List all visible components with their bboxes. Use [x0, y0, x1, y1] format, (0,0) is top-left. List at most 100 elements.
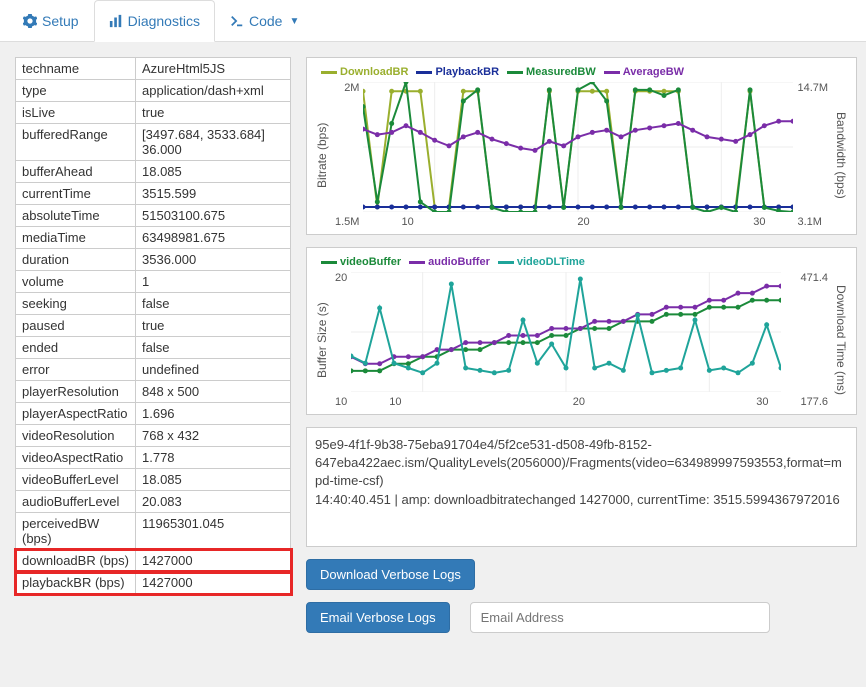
- gear-icon: [23, 14, 37, 28]
- prop-key: seeking: [16, 293, 136, 315]
- chevron-down-icon: ▼: [289, 16, 299, 27]
- diagnostics-panel: technameAzureHtml5JStypeapplication/dash…: [0, 42, 866, 687]
- legend-label: videoBuffer: [340, 256, 401, 268]
- legend-item: audioBuffer: [409, 256, 490, 268]
- chart-plot-area: [363, 82, 793, 212]
- buffer-chart: videoBuffer audioBuffer videoDLTime Buffer…: [306, 247, 857, 415]
- table-row: seekingfalse: [16, 293, 291, 315]
- legend-label: DownloadBR: [340, 66, 408, 78]
- prop-key: playerResolution: [16, 381, 136, 403]
- prop-value: 51503100.675: [136, 205, 291, 227]
- legend-item: AverageBW: [604, 66, 684, 78]
- table-row: isLivetrue: [16, 102, 291, 124]
- table-row: playbackBR (bps)1427000: [16, 572, 291, 594]
- prop-value: true: [136, 315, 291, 337]
- prop-value: 1427000: [136, 572, 291, 594]
- table-row: duration3536.000: [16, 249, 291, 271]
- legend-swatch: [321, 71, 337, 74]
- y-axis-label-left: Buffer Size (s): [313, 272, 331, 408]
- prop-value: 3536.000: [136, 249, 291, 271]
- table-row: playerResolution848 x 500: [16, 381, 291, 403]
- prop-value: undefined: [136, 359, 291, 381]
- table-row: audioBufferLevel20.083: [16, 491, 291, 513]
- legend-swatch: [321, 261, 337, 264]
- prop-key: techname: [16, 58, 136, 80]
- table-row: typeapplication/dash+xml: [16, 80, 291, 102]
- legend-label: videoDLTime: [517, 256, 585, 268]
- legend-swatch: [409, 261, 425, 264]
- prop-key: audioBufferLevel: [16, 491, 136, 513]
- table-row: pausedtrue: [16, 315, 291, 337]
- prop-key: type: [16, 80, 136, 102]
- email-field[interactable]: [470, 602, 770, 633]
- table-row: mediaTime63498981.675: [16, 227, 291, 249]
- y-axis-label-right: Download Time (ms): [832, 272, 850, 408]
- bitrate-chart: DownloadBRPlaybackBRMeasuredBWAverageBW …: [306, 57, 857, 235]
- y-ticks-right: 471.4 177.6: [797, 272, 833, 408]
- tab-label: Setup: [42, 13, 79, 29]
- charts-column: DownloadBRPlaybackBRMeasuredBWAverageBW …: [306, 57, 857, 672]
- table-row: absoluteTime51503100.675: [16, 205, 291, 227]
- y-ticks-right: 14.7M 3.1M: [793, 82, 832, 228]
- x-ticks: 10 20 30: [363, 212, 793, 228]
- prop-key: bufferAhead: [16, 161, 136, 183]
- properties-column: technameAzureHtml5JStypeapplication/dash…: [15, 57, 291, 672]
- tab-label: Diagnostics: [128, 13, 200, 29]
- legend-item: DownloadBR: [321, 66, 408, 78]
- legend-label: AverageBW: [623, 66, 684, 78]
- log-output[interactable]: [306, 427, 857, 547]
- table-row: volume1: [16, 271, 291, 293]
- tab-diagnostics[interactable]: Diagnostics: [94, 0, 215, 42]
- prop-key: absoluteTime: [16, 205, 136, 227]
- prop-value: false: [136, 337, 291, 359]
- legend-swatch: [498, 261, 514, 264]
- tab-setup[interactable]: Setup: [8, 0, 94, 42]
- table-row: downloadBR (bps)1427000: [16, 550, 291, 572]
- prop-key: mediaTime: [16, 227, 136, 249]
- prop-value: 1.778: [136, 447, 291, 469]
- legend-item: videoDLTime: [498, 256, 585, 268]
- tab-label: Code: [249, 13, 282, 29]
- y-ticks-left: 20 10: [331, 272, 351, 408]
- chart-legend: DownloadBRPlaybackBRMeasuredBWAverageBW: [313, 64, 850, 82]
- legend-item: MeasuredBW: [507, 66, 596, 78]
- prop-key: videoResolution: [16, 425, 136, 447]
- prop-key: duration: [16, 249, 136, 271]
- email-logs-button[interactable]: Email Verbose Logs: [306, 602, 450, 633]
- prop-value: 18.085: [136, 469, 291, 491]
- prop-key: volume: [16, 271, 136, 293]
- prop-value: 63498981.675: [136, 227, 291, 249]
- legend-swatch: [416, 71, 432, 74]
- prop-value: 1427000: [136, 550, 291, 572]
- prop-value: 20.083: [136, 491, 291, 513]
- prop-key: videoAspectRatio: [16, 447, 136, 469]
- prop-key: isLive: [16, 102, 136, 124]
- table-row: bufferedRange[3497.684, 3533.684] 36.000: [16, 124, 291, 161]
- table-row: playerAspectRatio1.696: [16, 403, 291, 425]
- prop-value: 18.085: [136, 161, 291, 183]
- prop-key: bufferedRange: [16, 124, 136, 161]
- prop-key: error: [16, 359, 136, 381]
- prop-key: paused: [16, 315, 136, 337]
- prop-value: 1.696: [136, 403, 291, 425]
- prop-key: ended: [16, 337, 136, 359]
- terminal-icon: [230, 14, 244, 28]
- prop-value: application/dash+xml: [136, 80, 291, 102]
- download-logs-button[interactable]: Download Verbose Logs: [306, 559, 475, 590]
- table-row: perceivedBW (bps)11965301.045: [16, 513, 291, 550]
- prop-key: playbackBR (bps): [16, 572, 136, 594]
- legend-swatch: [507, 71, 523, 74]
- legend-item: videoBuffer: [321, 256, 401, 268]
- prop-value: 768 x 432: [136, 425, 291, 447]
- prop-value: AzureHtml5JS: [136, 58, 291, 80]
- legend-swatch: [604, 71, 620, 74]
- table-row: bufferAhead18.085: [16, 161, 291, 183]
- legend-label: MeasuredBW: [526, 66, 596, 78]
- prop-key: currentTime: [16, 183, 136, 205]
- tab-code[interactable]: Code ▼: [215, 0, 314, 42]
- table-row: errorundefined: [16, 359, 291, 381]
- chart-plot-area: [351, 272, 796, 392]
- bar-chart-icon: [109, 14, 123, 28]
- table-row: technameAzureHtml5JS: [16, 58, 291, 80]
- properties-table: technameAzureHtml5JStypeapplication/dash…: [15, 57, 291, 594]
